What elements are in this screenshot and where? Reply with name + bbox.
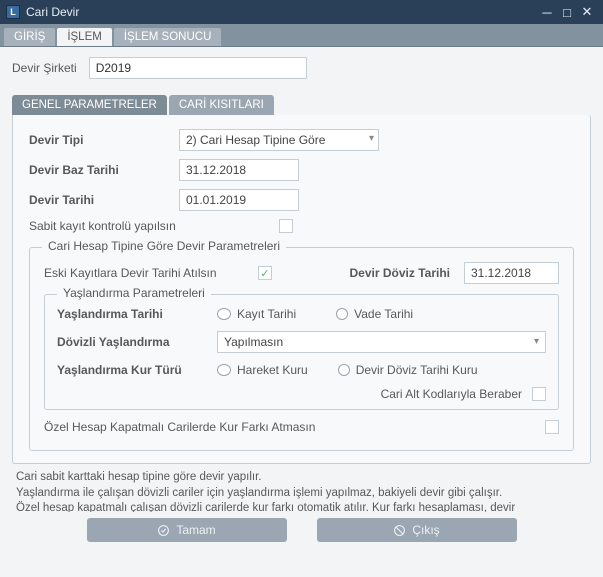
app-icon: L [6, 5, 20, 19]
devir-doviz-tarihi-input[interactable]: 31.12.2018 [464, 262, 559, 284]
subtab-genel-parametreler[interactable]: GENEL PARAMETRELER [12, 95, 167, 115]
devir-tarihi-label: Devir Tarihi [29, 193, 179, 207]
radio-dot-icon [336, 308, 348, 320]
window-title: Cari Devir [26, 5, 79, 19]
title-bar: L Cari Devir ─ □ ✕ [0, 0, 603, 24]
tab-giris[interactable]: GİRİŞ [4, 28, 55, 46]
dovizli-yaslandirma-select[interactable]: Yapılmasın ▾ [217, 331, 546, 353]
devir-tipi-label: Devir Tipi [29, 133, 179, 147]
fieldset-legend: Cari Hesap Tipine Göre Devir Parametrele… [42, 239, 286, 253]
devir-baz-tarihi-input[interactable]: 31.12.2018 [179, 159, 299, 181]
chevron-down-icon: ▾ [534, 336, 539, 347]
radio-dot-icon [217, 364, 231, 376]
cari-alt-kodlariyla-label: Cari Alt Kodlarıyla Beraber [381, 387, 522, 401]
cari-alt-kodlariyla-checkbox[interactable] [532, 387, 546, 401]
tab-islem-sonucu[interactable]: İŞLEM SONUCU [114, 28, 222, 46]
ok-circle-icon [157, 524, 170, 537]
cancel-circle-icon [393, 524, 406, 537]
radio-dot-icon [338, 364, 350, 376]
cari-hesap-tipine-gore-fieldset: Cari Hesap Tipine Göre Devir Parametrele… [29, 247, 574, 451]
ozel-hesap-kapatmali-checkbox[interactable] [545, 420, 559, 434]
yaslandirma-legend: Yaşlandırma Parametreleri [57, 286, 211, 300]
cikis-button[interactable]: Çıkış [317, 518, 517, 542]
yaslandirma-tarihi-label: Yaşlandırma Tarihi [57, 307, 217, 321]
devir-tipi-value: 2) Cari Hesap Tipine Göre [186, 133, 325, 147]
genel-parametreler-panel: Devir Tipi 2) Cari Hesap Tipine Göre ▾ D… [12, 115, 591, 464]
ozel-hesap-kapatmali-label: Özel Hesap Kapatmalı Carilerde Kur Farkı… [44, 420, 315, 434]
minimize-button[interactable]: ─ [537, 5, 557, 20]
devir-sirketi-input[interactable] [89, 57, 307, 79]
sabit-kayit-label: Sabit kayıt kontrolü yapılsın [29, 219, 279, 233]
subtab-cari-kisitlari[interactable]: CARİ KISITLARI [169, 95, 274, 115]
chevron-down-icon: ▾ [369, 133, 374, 144]
sabit-kayit-checkbox[interactable] [279, 219, 293, 233]
radio-hareket-kuru[interactable]: Hareket Kuru [217, 363, 308, 377]
devir-tipi-select[interactable]: 2) Cari Hesap Tipine Göre ▾ [179, 129, 379, 151]
maximize-button[interactable]: □ [557, 5, 577, 20]
devir-doviz-tarihi-label: Devir Döviz Tarihi [350, 266, 450, 280]
yaslandirma-kur-turu-label: Yaşlandırma Kur Türü [57, 363, 217, 377]
devir-baz-tarihi-label: Devir Baz Tarihi [29, 163, 179, 177]
devir-tarihi-input[interactable]: 01.01.2019 [179, 189, 299, 211]
tamam-button[interactable]: Tamam [87, 518, 287, 542]
devir-sirketi-label: Devir Şirketi [12, 61, 77, 75]
close-button[interactable]: ✕ [577, 4, 597, 20]
info-text: Cari sabit karttaki hesap tipine göre de… [12, 464, 591, 512]
main-tabs: GİRİŞ İŞLEM İŞLEM SONUCU [0, 24, 603, 47]
eski-kayit-label: Eski Kayıtlara Devir Tarihi Atılsın [44, 266, 244, 280]
radio-kayit-tarihi[interactable]: Kayıt Tarihi [217, 307, 296, 321]
eski-kayit-checkbox[interactable]: ✓ [258, 266, 272, 280]
tab-islem[interactable]: İŞLEM [57, 28, 112, 46]
radio-devir-doviz-tarihi-kuru[interactable]: Devir Döviz Tarihi Kuru [338, 363, 478, 377]
yaslandirma-parametreleri-fieldset: Yaşlandırma Parametreleri Yaşlandırma Ta… [44, 294, 559, 410]
radio-dot-icon [217, 308, 231, 320]
dovizli-yaslandirma-label: Dövizli Yaşlandırma [57, 335, 217, 349]
radio-vade-tarihi[interactable]: Vade Tarihi [336, 307, 413, 321]
